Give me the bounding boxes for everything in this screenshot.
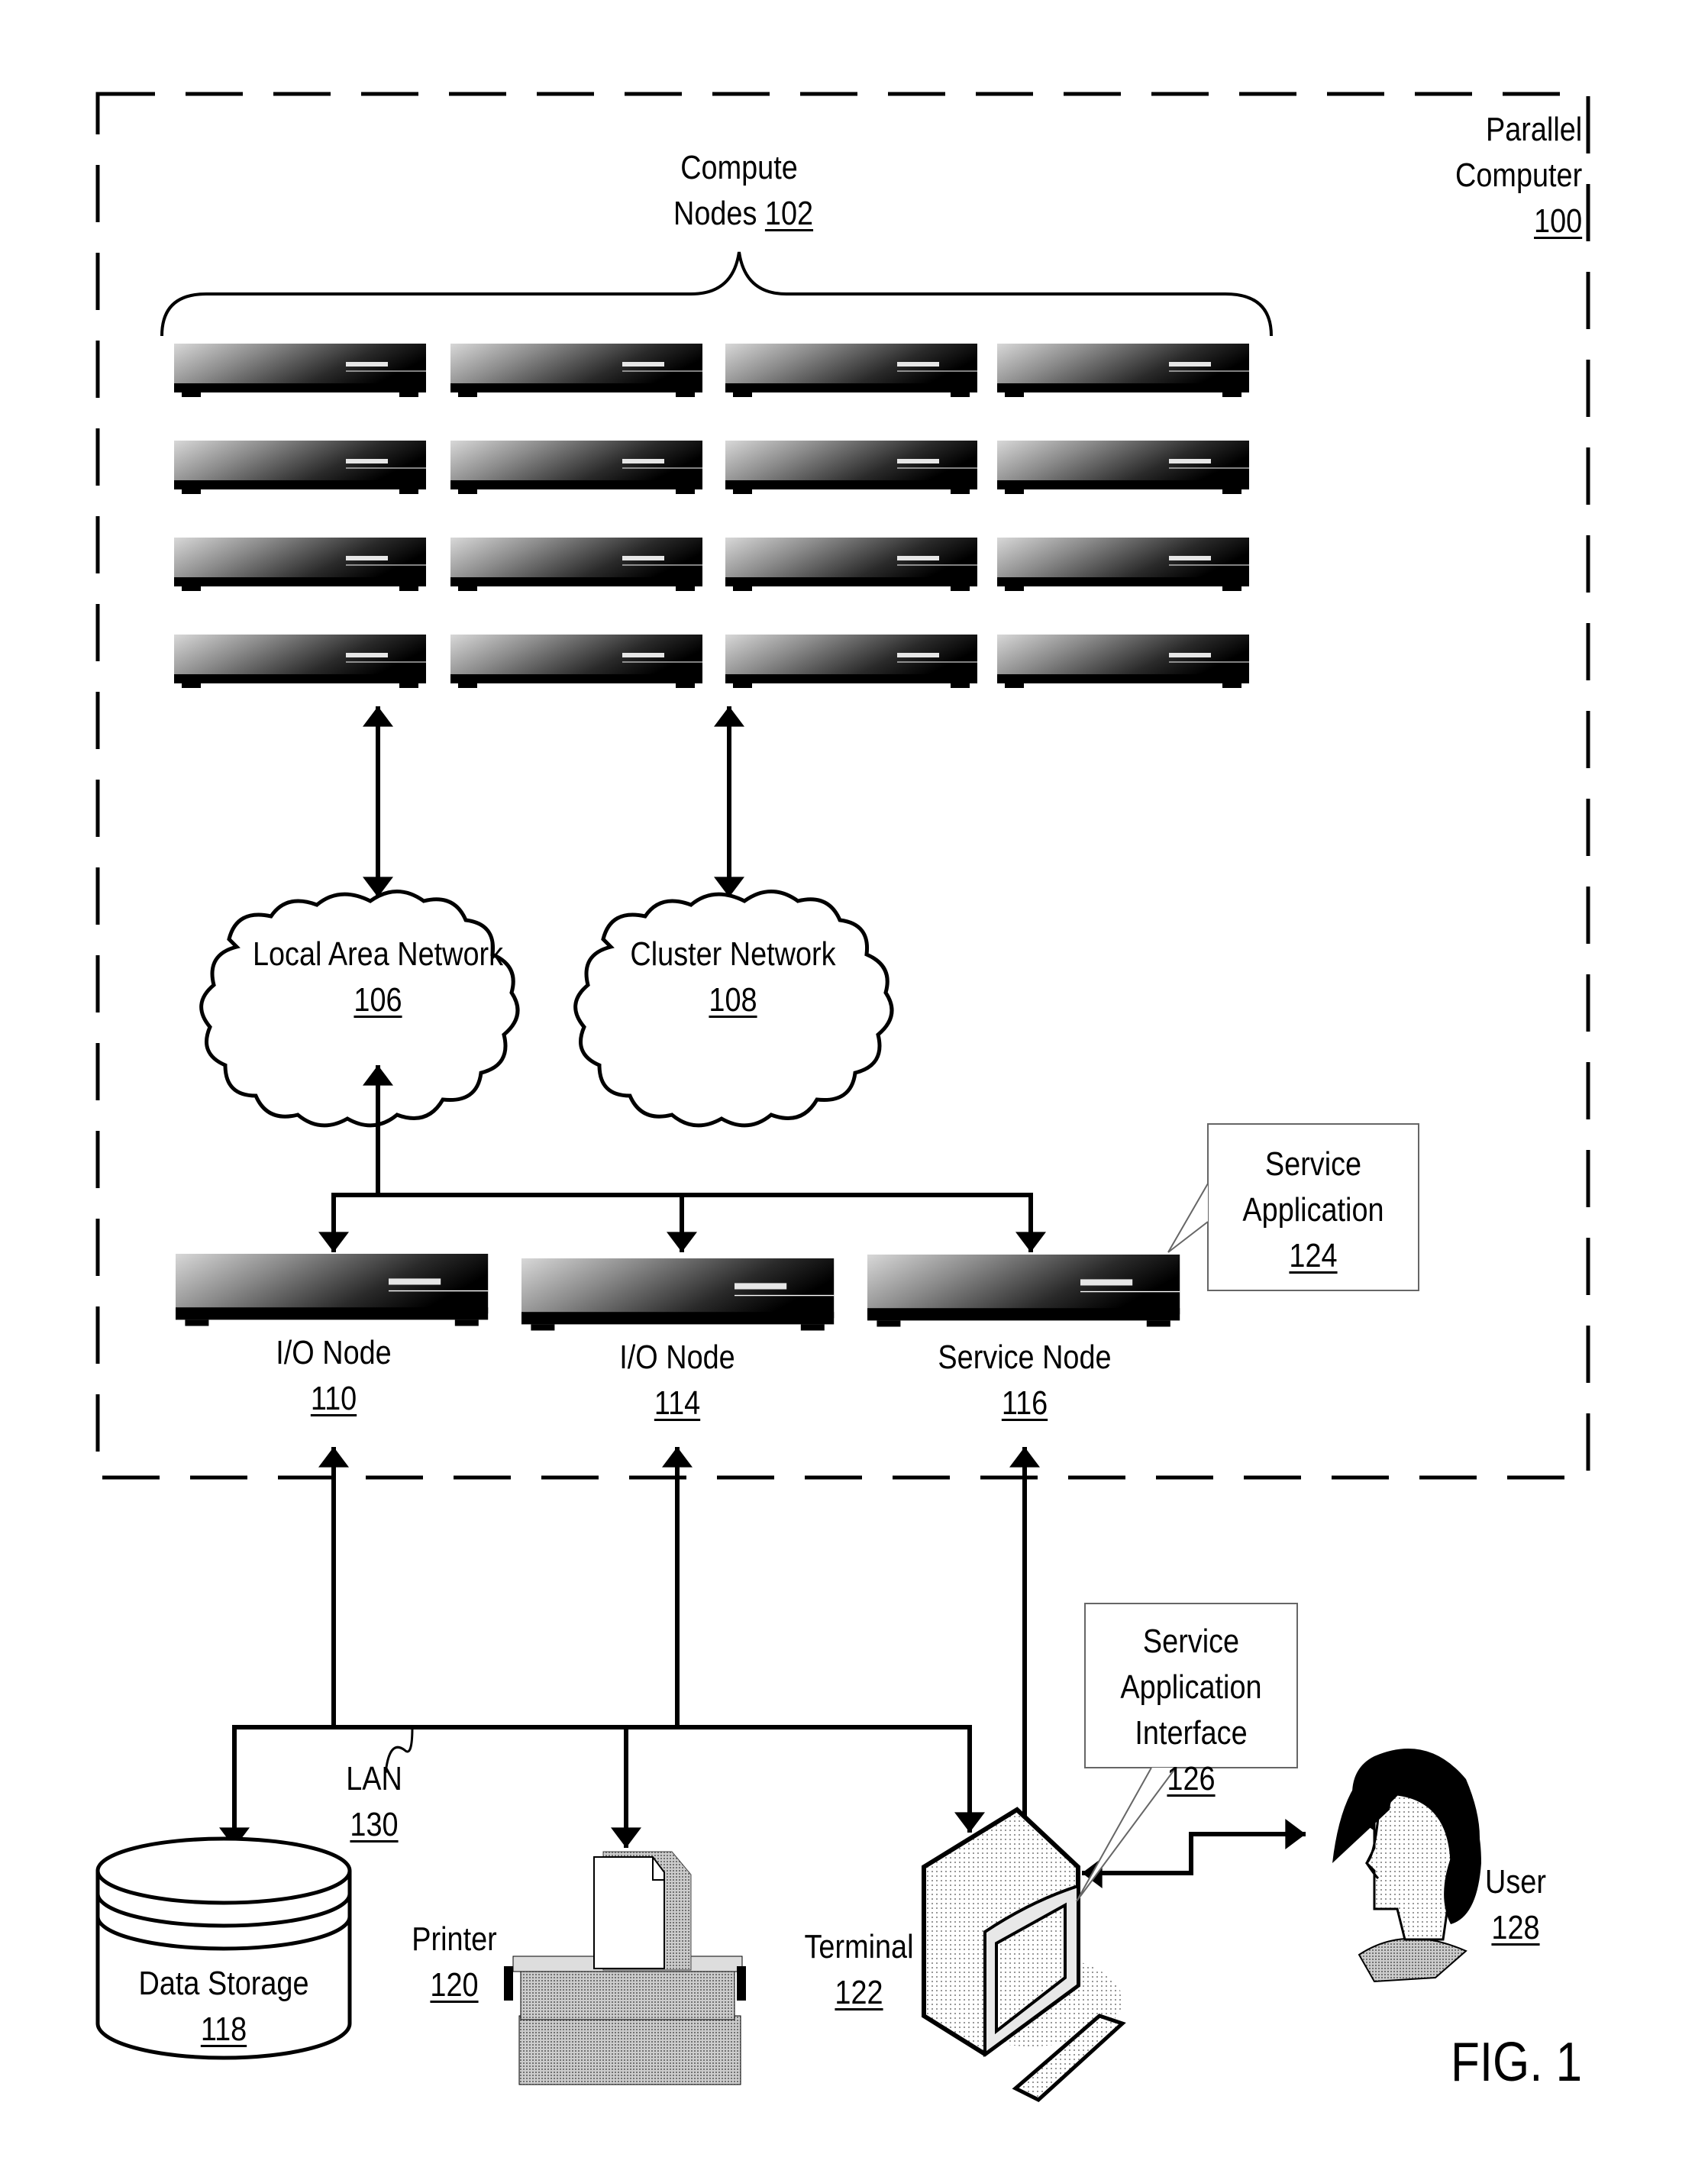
compute-nodes-line2: Nodes <box>673 195 757 232</box>
data-storage-ref: 118 <box>200 2010 247 2048</box>
io-node-110-label: I/O Node 110 <box>268 1330 399 1422</box>
compute-node <box>450 343 703 398</box>
compute-node <box>996 537 1250 592</box>
service-application-line1: Service <box>1264 1145 1362 1183</box>
service-node-116-ref: 116 <box>1001 1384 1048 1422</box>
io-node-114-ref: 114 <box>654 1384 701 1422</box>
sai-line2: Application <box>1120 1668 1262 1706</box>
compute-node <box>450 440 703 495</box>
io-node-114-label: I/O Node 114 <box>612 1335 743 1426</box>
compute-node <box>173 343 427 398</box>
lan-network-name: Local Area Network <box>252 935 504 973</box>
compute-node <box>725 634 978 689</box>
compute-nodes-line2-wrap: Nodes 102 <box>673 191 813 237</box>
compute-node <box>996 634 1250 689</box>
parallel-computer-ref: 100 <box>1533 202 1582 240</box>
data-storage-name: Data Storage <box>138 1965 309 2002</box>
service-node-116 <box>867 1254 1180 1328</box>
lan-network-ref: 106 <box>354 981 402 1019</box>
cluster-network-ref: 108 <box>709 981 757 1019</box>
compute-node <box>450 634 703 689</box>
service-application-line2: Application <box>1242 1191 1384 1229</box>
printer-ref: 120 <box>430 1966 479 2004</box>
printer-name: Printer <box>412 1920 497 1958</box>
compute-nodes-line1: Compute <box>680 149 798 186</box>
figure-label: FIG. 1 <box>1451 2032 1583 2093</box>
terminal-ref: 122 <box>835 1974 883 2011</box>
terminal-label: Terminal 122 <box>796 1924 921 2016</box>
user-name: User <box>1485 1863 1546 1901</box>
compute-nodes-label: Compute Nodes 102 <box>673 145 813 237</box>
diagram-canvas <box>95 92 1590 2103</box>
printer-label: Printer 120 <box>405 1917 504 2008</box>
lan-network-label: Local Area Network 106 <box>250 932 505 1023</box>
lan-bus-name: LAN <box>346 1760 402 1797</box>
service-application-pointer <box>1167 1183 1209 1253</box>
compute-node <box>173 440 427 495</box>
lan-bus-label: LAN 130 <box>334 1756 413 1848</box>
sai-line3: Interface <box>1135 1714 1248 1752</box>
cluster-network-name: Cluster Network <box>630 935 836 973</box>
compute-node <box>725 537 978 592</box>
sai-ref: 126 <box>1167 1760 1216 1797</box>
service-application-ref: 124 <box>1289 1237 1338 1274</box>
lan-bus-ref: 130 <box>350 1806 399 1843</box>
service-node-116-name: Service Node <box>938 1339 1112 1376</box>
compute-node <box>450 537 703 592</box>
io-node-114-name: I/O Node <box>619 1339 735 1376</box>
compute-node <box>996 343 1250 398</box>
parallel-computer-line2: Computer <box>1455 157 1582 194</box>
compute-node <box>173 537 427 592</box>
io-node-114 <box>521 1258 835 1332</box>
user-label: User 128 <box>1480 1859 1552 1951</box>
terminal-name: Terminal <box>804 1928 914 1965</box>
compute-node-grid <box>173 343 1250 689</box>
printer-icon <box>504 1851 746 2085</box>
terminal-icon <box>922 1807 1126 2103</box>
service-application-label: Service Application 124 <box>1235 1142 1392 1279</box>
compute-nodes-brace <box>160 251 1273 337</box>
service-node-116-label: Service Node 116 <box>926 1335 1123 1426</box>
compute-nodes-ref: 102 <box>764 195 814 232</box>
user-icon <box>1332 1749 1481 1983</box>
compute-node <box>725 440 978 495</box>
io-node-110 <box>175 1253 489 1327</box>
parallel-computer-label: Parallel Computer 100 <box>1455 107 1582 244</box>
sai-line1: Service <box>1142 1623 1240 1660</box>
user-ref: 128 <box>1491 1909 1540 1946</box>
service-application-interface-label: Service Application Interface 126 <box>1112 1619 1270 1802</box>
parallel-computer-line1: Parallel <box>1485 111 1582 148</box>
compute-node <box>173 634 427 689</box>
io-node-110-ref: 110 <box>310 1380 357 1417</box>
compute-node <box>996 440 1250 495</box>
data-storage-label: Data Storage 118 <box>135 1961 312 2052</box>
cluster-network-label: Cluster Network 108 <box>622 932 844 1023</box>
compute-node <box>725 343 978 398</box>
io-node-110-name: I/O Node <box>276 1334 392 1371</box>
